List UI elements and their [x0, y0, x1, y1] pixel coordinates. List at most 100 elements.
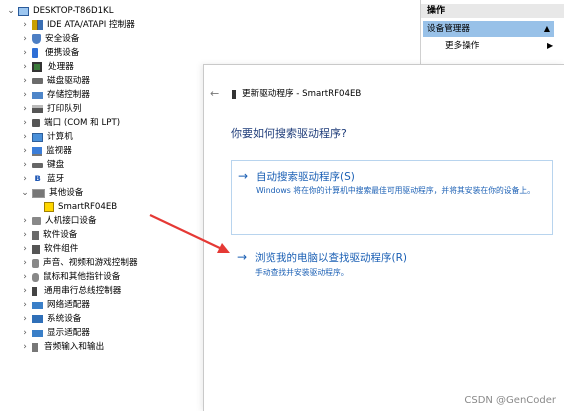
chevron-right-icon[interactable]: ›: [20, 214, 30, 228]
monitor-icon: [32, 146, 42, 156]
tree-item-label: 蓝牙: [47, 174, 65, 184]
tree-item-smartrf[interactable]: SmartRF04EB: [44, 200, 117, 214]
hid-icon: [32, 217, 41, 225]
chevron-right-icon[interactable]: ›: [20, 340, 30, 354]
tree-item-hid[interactable]: › 人机接口设备: [20, 214, 96, 228]
chevron-right-icon[interactable]: ›: [20, 172, 30, 186]
chevron-down-icon[interactable]: ⌄: [6, 4, 16, 18]
tree-item-label: 监视器: [46, 146, 72, 156]
browse-computer-option[interactable]: → 浏览我的电脑以查找驱动程序(R) 手动查找并安装驱动程序。: [231, 248, 553, 288]
tree-item-display[interactable]: › 显示适配器: [20, 326, 90, 340]
tree-item-usb[interactable]: › 通用串行总线控制器: [20, 284, 121, 298]
tree-item-label: 磁盘驱动器: [47, 76, 90, 86]
chevron-right-icon[interactable]: ›: [20, 74, 30, 88]
computer-icon: [32, 132, 43, 142]
chevron-right-icon[interactable]: ›: [20, 158, 30, 172]
chevron-right-icon[interactable]: ›: [20, 88, 30, 102]
tree-item-portable[interactable]: › 便携设备: [20, 46, 79, 60]
tree-item-other[interactable]: ⌄ 其他设备: [20, 186, 83, 200]
chevron-right-icon[interactable]: ›: [20, 326, 30, 340]
more-actions-link[interactable]: 更多操作: [445, 39, 479, 53]
tree-item-label: 通用串行总线控制器: [44, 286, 122, 296]
chevron-right-icon[interactable]: ›: [20, 270, 30, 284]
mouse-icon: [32, 272, 39, 282]
tree-item-network[interactable]: › 网络适配器: [20, 298, 90, 312]
update-driver-dialog: ← 更新驱动程序 - SmartRF04EB 你要如何搜索驱动程序? → 自动搜…: [203, 64, 564, 411]
tree-item-ide[interactable]: › IDE ATA/ATAPI 控制器: [20, 18, 135, 32]
tree-item-cpu[interactable]: › 处理器: [20, 60, 74, 74]
chevron-right-icon[interactable]: ›: [20, 116, 30, 130]
tree-item-label: 便携设备: [45, 48, 80, 58]
disk-icon: [32, 78, 43, 84]
caret-up-icon[interactable]: ▲: [544, 21, 550, 37]
dialog-title: 更新驱动程序 - SmartRF04EB: [242, 89, 362, 99]
storage-icon: [32, 91, 43, 99]
tree-item-print[interactable]: › 打印队列: [20, 102, 81, 116]
tree-item-computer[interactable]: › 计算机: [20, 130, 73, 144]
tree-item-bluetooth[interactable]: › ʙ 蓝牙: [20, 172, 64, 186]
tree-item-label: 显示适配器: [47, 328, 90, 338]
tree-item-label: 安全设备: [45, 34, 80, 44]
tree-item-storage[interactable]: › 存储控制器: [20, 88, 90, 102]
chevron-right-icon[interactable]: ›: [20, 284, 30, 298]
tree-item-label: 鼠标和其他指针设备: [43, 272, 121, 282]
tree-item-disk[interactable]: › 磁盘驱动器: [20, 74, 90, 88]
browse-title: 浏览我的电脑以查找驱动程序(R): [255, 252, 407, 264]
tree-item-monitor[interactable]: › 监视器: [20, 144, 72, 158]
tree-item-label: 系统设备: [47, 314, 82, 324]
chevron-right-icon[interactable]: ›: [20, 256, 30, 270]
chevron-right-icon[interactable]: ›: [20, 18, 30, 32]
sound-io-icon: [32, 342, 38, 352]
tree-item-audio[interactable]: › 声音、视频和游戏控制器: [20, 256, 138, 270]
browse-description: 手动查找并安装驱动程序。: [255, 268, 349, 277]
audio-icon: [32, 258, 39, 268]
tree-item-label: 打印队列: [47, 104, 82, 114]
tree-root[interactable]: ⌄ DESKTOP-T86D1KL: [6, 4, 113, 18]
chevron-right-icon[interactable]: ›: [20, 144, 30, 158]
actions-device-manager-label: 设备管理器: [427, 24, 470, 34]
software-device-icon: [32, 230, 39, 240]
actions-header: 操作: [421, 4, 564, 18]
tree-item-label: 键盘: [47, 160, 65, 170]
chevron-right-icon[interactable]: ›: [20, 32, 30, 46]
usb-icon: [32, 286, 37, 296]
tree-item-mouse[interactable]: › 鼠标和其他指针设备: [20, 270, 120, 284]
caret-right-icon[interactable]: ▶: [547, 39, 553, 53]
display-icon: [32, 329, 43, 337]
tree-item-label: 软件组件: [44, 244, 79, 254]
chevron-right-icon[interactable]: ›: [20, 228, 30, 242]
tree-item-software-component[interactable]: › 软件组件: [20, 242, 78, 256]
computer-icon: [18, 6, 29, 16]
arrow-right-icon: →: [237, 250, 248, 264]
auto-search-option[interactable]: → 自动搜索驱动程序(S) Windows 将在你的计算机中搜索最佳可用驱动程序…: [231, 160, 553, 235]
cpu-icon: [32, 62, 42, 72]
chevron-down-icon[interactable]: ⌄: [20, 186, 30, 200]
tree-item-keyboard[interactable]: › 键盘: [20, 158, 64, 172]
chevron-right-icon[interactable]: ›: [20, 242, 30, 256]
tree-item-label: 存储控制器: [47, 90, 90, 100]
tree-item-security[interactable]: › 安全设备: [20, 32, 79, 46]
bluetooth-icon: ʙ: [34, 173, 41, 184]
chevron-right-icon[interactable]: ›: [20, 102, 30, 116]
tree-item-software-device[interactable]: › 软件设备: [20, 228, 77, 242]
chevron-right-icon[interactable]: ›: [20, 312, 30, 326]
chevron-right-icon[interactable]: ›: [20, 130, 30, 144]
tree-item-ports[interactable]: › 端口 (COM 和 LPT): [20, 116, 120, 130]
chevron-right-icon[interactable]: ›: [20, 60, 30, 74]
tree-item-label: 声音、视频和游戏控制器: [43, 258, 138, 268]
printer-icon: [32, 105, 43, 113]
chevron-right-icon[interactable]: ›: [20, 298, 30, 312]
arrow-right-icon: →: [238, 169, 249, 183]
actions-device-manager[interactable]: 设备管理器 ▲: [423, 21, 554, 37]
back-arrow-icon[interactable]: ←: [210, 87, 219, 100]
tree-item-label: SmartRF04EB: [58, 202, 118, 212]
chevron-right-icon[interactable]: ›: [20, 46, 30, 60]
auto-search-title: 自动搜索驱动程序(S): [256, 171, 355, 183]
tree-item-system[interactable]: › 系统设备: [20, 312, 81, 326]
tree-item-label: 软件设备: [43, 230, 78, 240]
watermark: CSDN @GenCoder: [464, 395, 556, 406]
tree-item-sound-io[interactable]: › 音频输入和输出: [20, 340, 104, 354]
port-icon: [32, 119, 40, 127]
shield-icon: [32, 34, 41, 44]
keyboard-icon: [32, 162, 43, 168]
